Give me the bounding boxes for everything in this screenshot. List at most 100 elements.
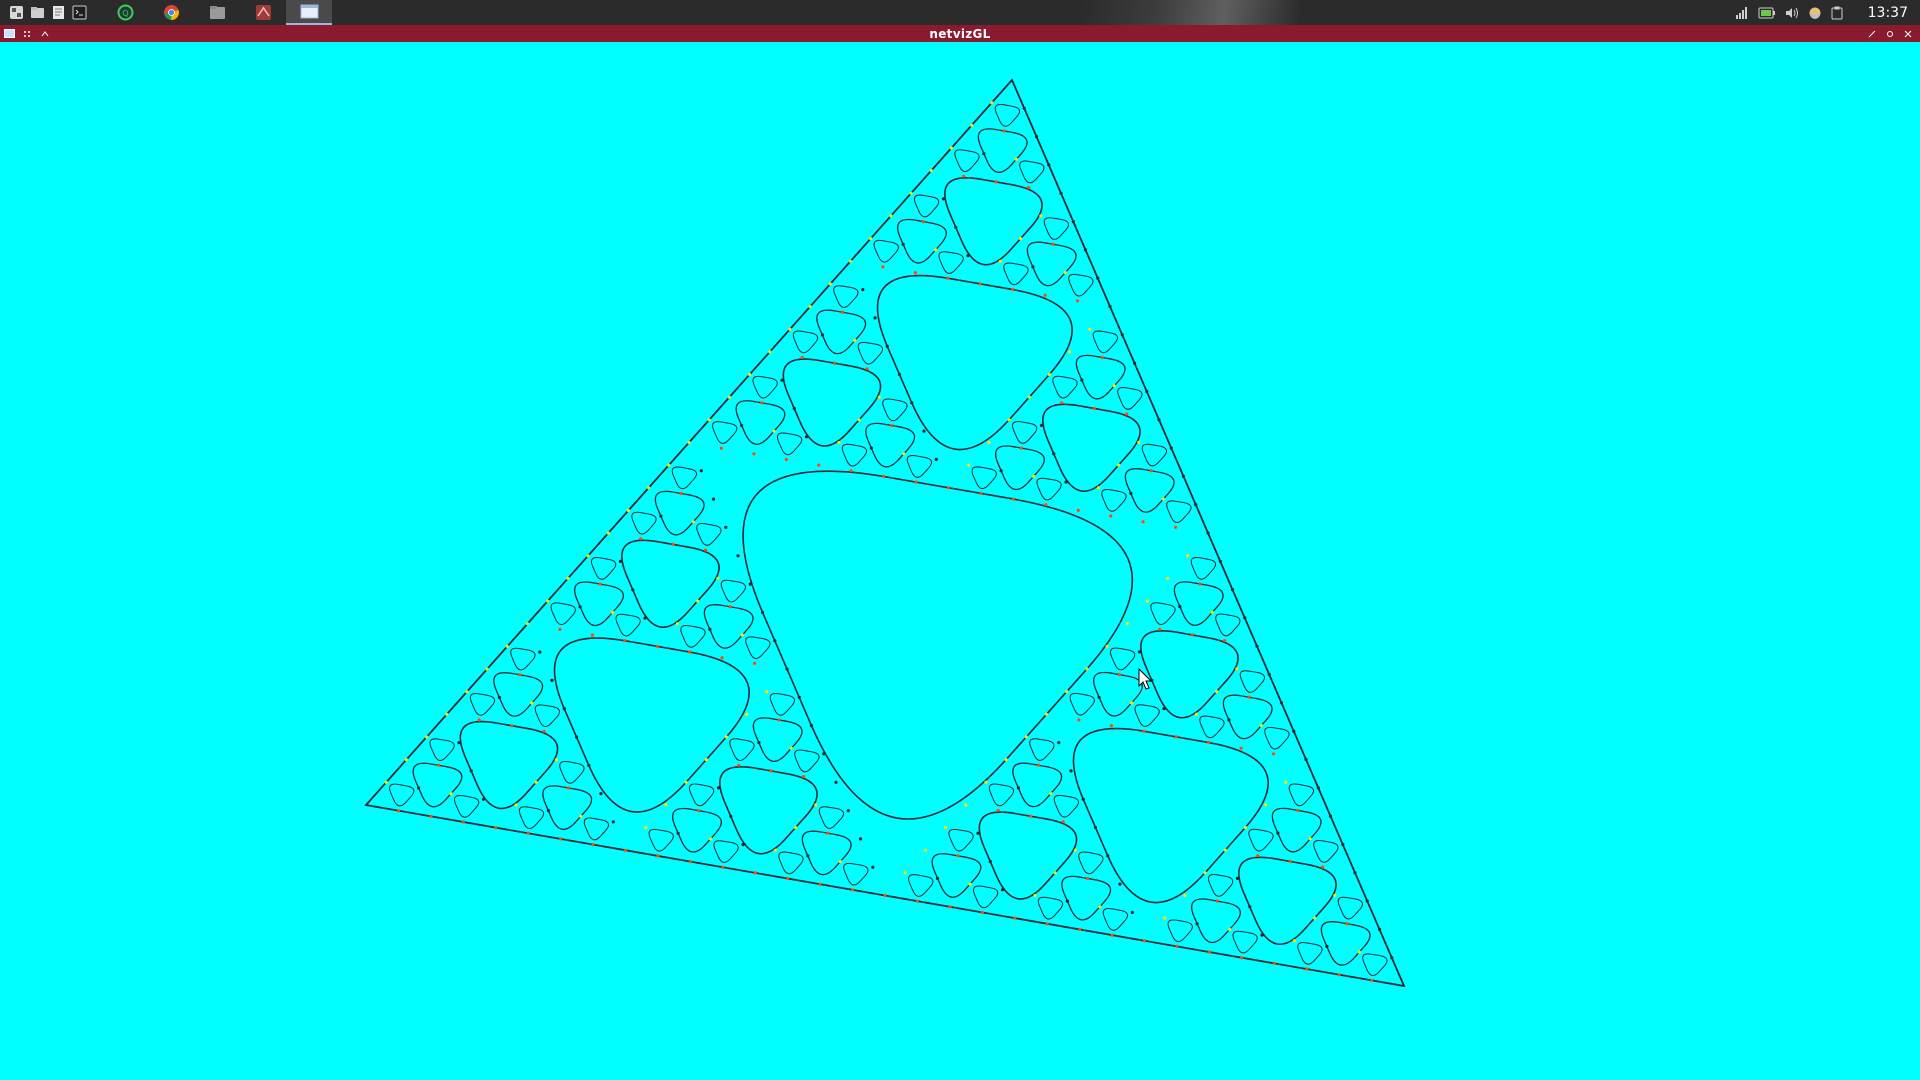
graph-node (1223, 639, 1227, 643)
graph-node (1004, 758, 1008, 762)
graph-node (923, 848, 928, 852)
graph-node (1069, 769, 1073, 773)
clock[interactable]: 13:37 (1868, 5, 1908, 21)
task-qt-creator[interactable]: Q (102, 0, 148, 25)
fractal-cell-edge (729, 738, 755, 761)
task-folder[interactable] (194, 0, 240, 25)
terminal-icon[interactable] (71, 4, 88, 21)
graph-node (687, 440, 691, 445)
graph-node (1308, 837, 1312, 841)
graph-node (1272, 961, 1276, 966)
task-chrome[interactable] (148, 0, 194, 25)
graph-node (1105, 644, 1109, 648)
fractal-cell-edge (389, 783, 415, 807)
graph-node (1325, 944, 1329, 949)
signal-icon[interactable] (1735, 6, 1749, 19)
graph-node (1247, 695, 1251, 699)
graph-node (1260, 933, 1264, 937)
graph-node (858, 837, 863, 841)
task-window-app[interactable] (286, 0, 332, 25)
graph-node (574, 735, 579, 739)
close-icon[interactable] (1902, 28, 1914, 40)
clipboard-icon[interactable] (1831, 6, 1843, 20)
fractal-cell-edge (1036, 477, 1062, 501)
titlebar-right-controls (1866, 28, 1914, 40)
graph-node (903, 871, 907, 875)
graph-node (671, 542, 675, 546)
graph-node (1195, 922, 1199, 926)
graph-node (877, 395, 881, 399)
graph-node (748, 582, 752, 586)
svg-text:Q: Q (122, 9, 128, 18)
file-manager-icon[interactable] (29, 4, 46, 21)
graph-node (1037, 763, 1041, 767)
graph-node (1328, 814, 1333, 818)
graph-node (822, 752, 826, 756)
app-menu-icon[interactable] (8, 4, 25, 21)
graph-node (871, 865, 875, 869)
graph-node (788, 327, 792, 331)
graph-node (664, 803, 668, 807)
graph-node (1284, 780, 1288, 784)
minimize-icon[interactable] (1866, 28, 1878, 40)
window-titlebar[interactable]: netvizGL (0, 25, 1920, 42)
fractal-cell-edge (631, 511, 657, 535)
graph-node (724, 735, 729, 739)
graph-node (994, 180, 998, 184)
fractal-cell-edge (1190, 556, 1217, 580)
graph-node (1019, 446, 1023, 450)
graph-node (1228, 927, 1232, 932)
battery-icon[interactable] (1758, 7, 1776, 19)
graph-node (956, 854, 960, 858)
fractal-cell-edge (913, 194, 940, 218)
taskbar: Q 13:37 (0, 0, 1920, 25)
graph-node (728, 605, 732, 609)
graph-node (1047, 163, 1051, 167)
graph-node (869, 237, 873, 241)
graph-node (1239, 746, 1243, 750)
task-network-app[interactable] (240, 0, 286, 25)
graph-node (1235, 876, 1240, 881)
graph-node (417, 786, 421, 790)
graph-node (1353, 871, 1357, 875)
fractal-cell-edge (1297, 942, 1323, 965)
fractal-cell-edge (1043, 217, 1070, 240)
graph-node (869, 446, 874, 450)
graph-node (999, 469, 1003, 473)
graph-node (1000, 888, 1005, 892)
graph-node (1049, 791, 1053, 796)
maximize-icon[interactable] (1884, 28, 1896, 40)
fractal-cell-edge (469, 693, 496, 716)
graph-node (1051, 242, 1055, 246)
graph-node (679, 491, 683, 496)
graph-node (1166, 576, 1170, 580)
graph-node (626, 508, 631, 513)
graph-node (1106, 854, 1110, 858)
graph-node (655, 644, 659, 649)
fractal-cell-edge (518, 806, 545, 829)
graph-node (1341, 842, 1345, 847)
graph-node (915, 899, 920, 903)
text-editor-icon[interactable] (50, 4, 67, 21)
graph-node (1011, 497, 1016, 501)
graph-node (704, 758, 708, 762)
graph-node (1092, 406, 1096, 410)
gl-viewport[interactable] (0, 42, 1920, 1080)
graph-node (1149, 469, 1153, 473)
graph-node (1142, 729, 1146, 733)
graph-node (1076, 508, 1080, 512)
graph-node (719, 446, 724, 450)
graph-node (530, 701, 534, 705)
weather-icon[interactable] (1808, 6, 1822, 20)
graph-node (769, 769, 773, 773)
fractal-cell-edge (696, 523, 722, 546)
graph-node (1190, 633, 1194, 637)
fractal-cell-edge (1102, 908, 1129, 931)
graph-node (1088, 327, 1092, 331)
fractal-cell-edge (818, 806, 845, 829)
graph-node (1109, 514, 1113, 518)
graph-node (1063, 270, 1067, 275)
graph-node (1215, 690, 1219, 694)
fractal-cell-edge (712, 421, 738, 444)
volume-icon[interactable] (1785, 7, 1799, 19)
